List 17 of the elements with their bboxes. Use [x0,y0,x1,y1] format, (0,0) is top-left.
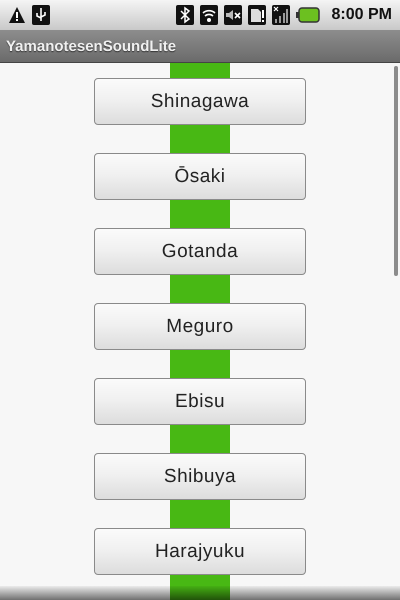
battery-icon [296,7,320,23]
station-button[interactable]: Gotanda [94,228,306,275]
app-title: YamanotesenSoundLite [6,38,176,54]
station-button[interactable]: Ebisu [94,378,306,425]
muted-speaker-icon [224,5,242,25]
sim-card-icon [248,5,266,25]
warning-icon [8,5,26,25]
wifi-icon [200,5,218,25]
usb-icon [32,5,50,25]
signal-icon [272,5,290,25]
station-button[interactable]: Shinagawa [94,78,306,125]
station-button[interactable]: Ōsaki [94,153,306,200]
status-time: 8:00 PM [332,6,392,24]
station-button[interactable]: Shibuya [94,453,306,500]
bluetooth-icon [176,5,194,25]
station-button[interactable]: Harajyuku [94,528,306,575]
station-button[interactable]: Meguro [94,303,306,350]
